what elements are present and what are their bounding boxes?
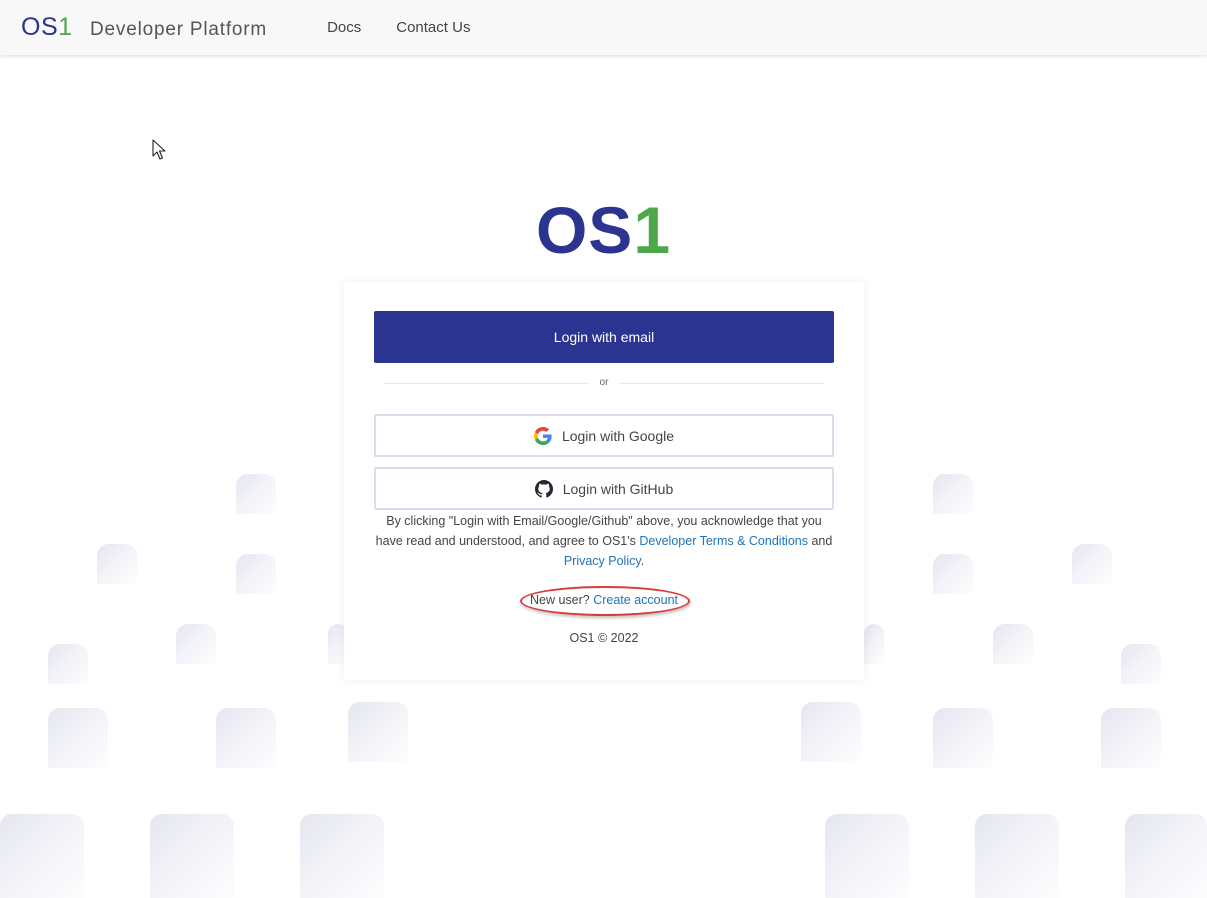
brand-one-text: 1 xyxy=(58,13,73,41)
new-user-text: New user? xyxy=(529,593,590,607)
bg-tile xyxy=(150,814,234,898)
terms-and-text: and xyxy=(811,534,833,548)
google-icon xyxy=(533,426,552,445)
hero-logo: OS1 xyxy=(0,190,1207,270)
bg-tile xyxy=(801,702,861,762)
bg-tile xyxy=(993,624,1033,664)
bg-tile xyxy=(300,814,384,898)
new-user-prompt: New user? Create account xyxy=(344,591,864,609)
github-icon xyxy=(534,479,553,498)
login-card: Login with email or Login with Google Lo… xyxy=(344,282,864,680)
hero-logo-one: 1 xyxy=(633,193,672,267)
bg-tile xyxy=(933,708,993,768)
bg-tile xyxy=(1125,814,1207,898)
brand-subtitle: Developer Platform xyxy=(90,19,268,40)
bg-tile xyxy=(864,624,884,664)
developer-terms-link[interactable]: Developer Terms & Conditions xyxy=(639,534,808,548)
login-github-label: Login with GitHub xyxy=(562,480,674,497)
nav-contact-link[interactable]: Contact Us xyxy=(396,19,470,36)
bg-tile xyxy=(825,814,909,898)
main-nav: Docs Contact Us xyxy=(327,19,505,36)
login-google-button[interactable]: Login with Google xyxy=(374,414,834,457)
login-google-label: Login with Google xyxy=(561,427,675,444)
bg-tile xyxy=(933,474,973,514)
bg-tile xyxy=(176,624,216,664)
mouse-cursor-icon xyxy=(152,139,166,160)
divider-line-right xyxy=(619,383,824,384)
nav-docs-link[interactable]: Docs xyxy=(327,19,361,36)
terms-notice: By clicking "Login with Email/Google/Git… xyxy=(374,511,834,571)
bg-tile xyxy=(48,708,108,768)
bg-tile xyxy=(236,474,276,514)
bg-tile xyxy=(97,544,137,584)
bg-tile xyxy=(1072,544,1112,584)
login-email-button[interactable]: Login with email xyxy=(374,311,834,363)
create-account-link[interactable]: Create account xyxy=(593,593,678,607)
login-github-button[interactable]: Login with GitHub xyxy=(374,467,834,510)
bg-tile xyxy=(933,554,973,594)
bg-tile xyxy=(48,644,88,684)
terms-period: . xyxy=(640,554,645,568)
copyright-text: OS1 © 2022 xyxy=(569,631,639,645)
bg-tile xyxy=(975,814,1059,898)
top-navbar: OS 1 Developer Platform Docs Contact Us xyxy=(0,0,1207,55)
bg-tile xyxy=(216,708,276,768)
privacy-policy-link[interactable]: Privacy Policy xyxy=(564,554,641,568)
or-divider: or xyxy=(384,377,824,391)
bg-tile xyxy=(1101,708,1161,768)
hero-logo-os: OS xyxy=(535,193,634,267)
bg-tile xyxy=(236,554,276,594)
brand-os-text: OS xyxy=(21,13,59,41)
bg-tile xyxy=(1121,644,1161,684)
bg-tile xyxy=(0,814,84,898)
brand-logo-link[interactable]: OS 1 Developer Platform xyxy=(21,13,267,42)
bg-tile xyxy=(348,702,408,762)
